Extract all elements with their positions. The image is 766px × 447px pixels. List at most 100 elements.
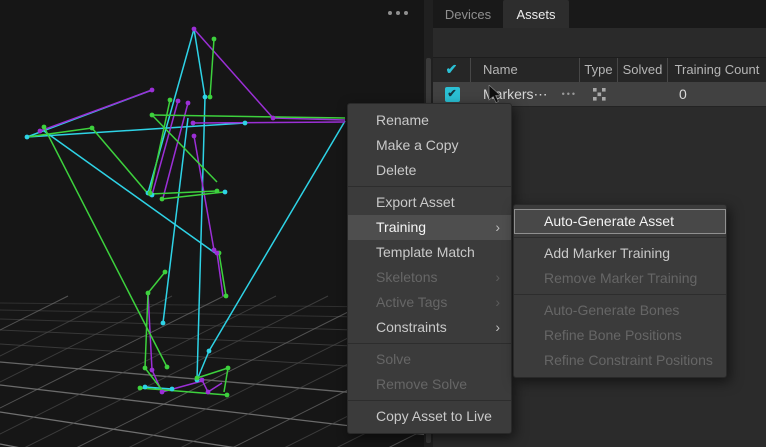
- panel-tab-bar: Devices Assets: [433, 0, 766, 28]
- grid-line: [0, 296, 172, 447]
- application-window: Devices Assets ✔ Name Type Solved Traini…: [0, 0, 766, 447]
- marker-dot: [224, 294, 229, 299]
- column-header-solved[interactable]: Solved: [618, 58, 668, 82]
- table-header: ✔ Name Type Solved Training Count: [433, 57, 766, 82]
- menu-item-training[interactable]: Training›: [348, 215, 511, 240]
- marker-dot: [25, 135, 30, 140]
- marker-dot: [138, 386, 143, 391]
- marker-dot: [223, 190, 228, 195]
- ellipsis-icon: [404, 11, 408, 15]
- asset-context-menu: RenameMake a CopyDelete Export AssetTrain…: [347, 103, 512, 434]
- submenu-arrow-icon: ›: [495, 215, 500, 240]
- marker-dot: [176, 99, 181, 104]
- column-header-enabled[interactable]: ✔: [433, 58, 471, 82]
- marker-dot: [150, 368, 155, 373]
- column-header-name[interactable]: Name: [471, 58, 580, 82]
- marker-dot: [163, 270, 168, 275]
- marker-cluster-icon: [591, 86, 608, 103]
- marker-dot: [160, 197, 165, 202]
- marker-dot: [168, 98, 173, 103]
- marker-dot: [186, 101, 191, 106]
- marker-dot: [215, 189, 220, 194]
- marker-dot: [192, 134, 197, 139]
- skeleton-line: [224, 368, 228, 392]
- tab-devices[interactable]: Devices: [437, 0, 499, 28]
- menu-item-add-marker-training[interactable]: Add Marker Training: [514, 241, 726, 266]
- menu-item-solve: Solve: [348, 347, 511, 372]
- marker-dot: [150, 88, 155, 93]
- tab-assets[interactable]: Assets: [503, 0, 569, 28]
- asset-type-cell: [580, 86, 618, 103]
- marker-dot: [206, 390, 211, 395]
- marker-dot: [165, 365, 170, 370]
- skeleton-line: [148, 272, 165, 293]
- marker-dot: [38, 129, 43, 134]
- column-header-type[interactable]: Type: [580, 58, 618, 82]
- ellipsis-icon: [388, 11, 392, 15]
- marker-dot: [143, 385, 148, 390]
- marker-dot: [207, 349, 212, 354]
- marker-dot: [212, 37, 217, 42]
- grid-line: [0, 296, 276, 447]
- grid-line: [0, 296, 68, 447]
- marker-dot: [90, 126, 95, 131]
- marker-dot: [195, 376, 200, 381]
- marker-dot: [160, 390, 165, 395]
- menu-item-skeletons: Skeletons›: [348, 265, 511, 290]
- skeleton-line: [152, 115, 345, 118]
- menu-item-active-tags: Active Tags›: [348, 290, 511, 315]
- row-more-button[interactable]: •••: [562, 89, 577, 99]
- menu-item-template-match[interactable]: Template Match: [348, 240, 511, 265]
- menu-item-delete[interactable]: Delete: [348, 158, 511, 183]
- menu-item-rename[interactable]: Rename: [348, 108, 511, 133]
- row-checkbox-cell: ✔: [433, 87, 471, 102]
- marker-dot: [146, 291, 151, 296]
- marker-dot: [226, 366, 231, 371]
- marker-dot: [271, 116, 276, 121]
- menu-separator: [514, 237, 726, 238]
- column-header-training-count[interactable]: Training Count: [668, 58, 766, 82]
- training-submenu: Auto-Generate AssetAdd Marker TrainingRe…: [513, 204, 727, 378]
- menu-item-refine-constraint-positions: Refine Constraint Positions: [514, 348, 726, 373]
- marker-dot: [143, 366, 148, 371]
- skeleton-line: [194, 29, 273, 118]
- marker-dot: [225, 393, 230, 398]
- menu-item-remove-solve: Remove Solve: [348, 372, 511, 397]
- marker-dot: [170, 387, 175, 392]
- asset-training-count-cell: 0: [668, 86, 766, 102]
- menu-item-auto-generate-asset[interactable]: Auto-Generate Asset: [514, 209, 726, 234]
- marker-dot: [148, 191, 153, 196]
- skeleton-line: [193, 122, 345, 123]
- skeleton-line: [197, 97, 205, 380]
- menu-item-constraints[interactable]: Constraints›: [348, 315, 511, 340]
- menu-separator: [348, 400, 511, 401]
- skeleton-line: [40, 90, 152, 131]
- marker-dot: [215, 251, 220, 256]
- check-icon: ✔: [446, 61, 458, 77]
- menu-item-refine-bone-positions: Refine Bone Positions: [514, 323, 726, 348]
- asset-name-label: Markers⋯: [483, 86, 548, 103]
- menu-item-remove-marker-training: Remove Marker Training: [514, 266, 726, 291]
- submenu-arrow-icon: ›: [495, 290, 500, 315]
- marker-dot: [203, 95, 208, 100]
- skeleton-line: [208, 383, 222, 392]
- marker-dot: [150, 113, 155, 118]
- asset-enabled-checkbox[interactable]: ✔: [445, 87, 460, 102]
- submenu-arrow-icon: ›: [495, 315, 500, 340]
- marker-dot: [191, 121, 196, 126]
- menu-separator: [348, 186, 511, 187]
- menu-item-export-asset[interactable]: Export Asset: [348, 190, 511, 215]
- panel-toolbar-band: [433, 28, 766, 57]
- ellipsis-icon: [396, 11, 400, 15]
- marker-dot: [200, 378, 205, 383]
- asset-name-cell: Markers⋯ •••: [471, 86, 580, 103]
- marker-dot: [243, 121, 248, 126]
- marker-dot: [208, 95, 213, 100]
- menu-separator: [348, 343, 511, 344]
- menu-item-copy-asset-to-live[interactable]: Copy Asset to Live: [348, 404, 511, 429]
- menu-item-auto-generate-bones: Auto-Generate Bones: [514, 298, 726, 323]
- skeleton-line: [44, 127, 167, 367]
- menu-item-make-a-copy[interactable]: Make a Copy: [348, 133, 511, 158]
- viewport-options-button[interactable]: [384, 6, 412, 20]
- marker-dot: [42, 125, 47, 130]
